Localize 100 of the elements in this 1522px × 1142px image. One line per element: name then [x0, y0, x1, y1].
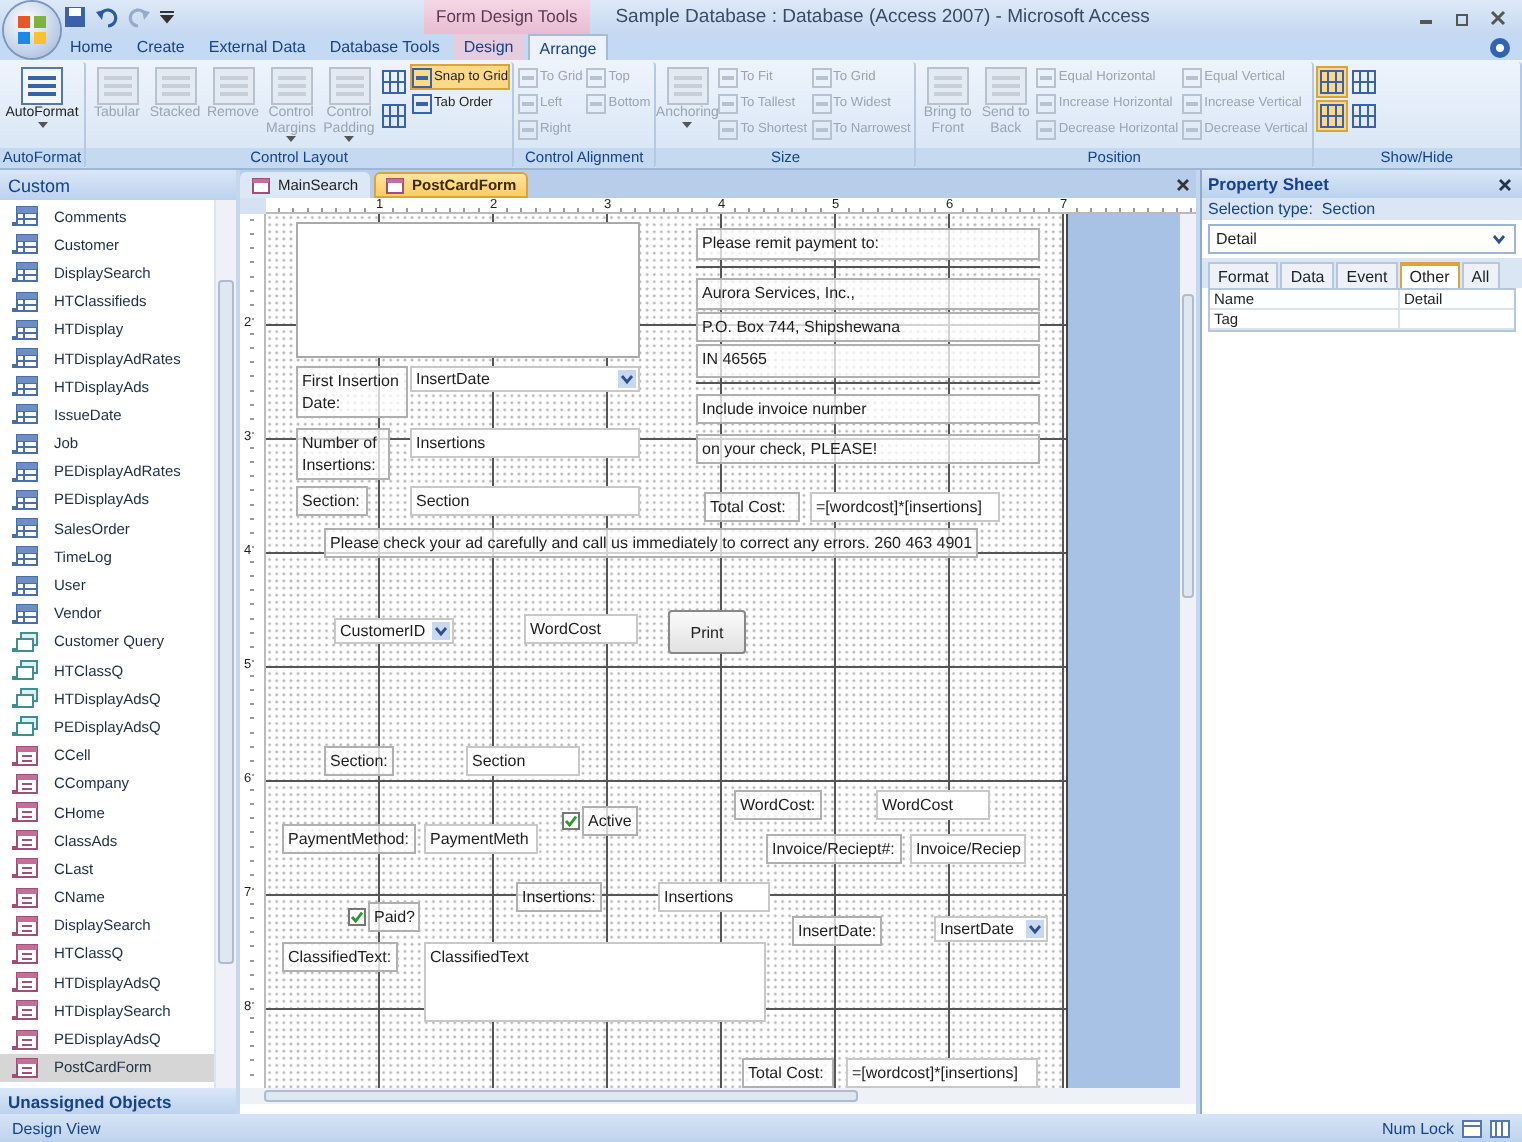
form-label[interactable]: WordCost: — [734, 790, 822, 820]
form-label[interactable]: Invoice/Reciept#: — [766, 834, 902, 864]
close-icon[interactable] — [1498, 177, 1512, 191]
form-label[interactable]: Total Cost: — [704, 492, 800, 522]
text-box[interactable]: PaymentMeth — [424, 824, 538, 854]
grid-button[interactable] — [1315, 100, 1348, 132]
grid-icon — [382, 104, 406, 128]
form-label[interactable]: InsertDate: — [792, 916, 883, 946]
checkbox[interactable] — [562, 812, 580, 830]
checkbox-label[interactable]: Active — [582, 806, 638, 836]
restore-icon[interactable] — [1454, 9, 1470, 25]
form-label[interactable]: Include invoice number — [696, 394, 1040, 424]
ribbon-tab[interactable]: External Data — [198, 34, 316, 60]
form-label[interactable]: Aurora Services, Inc., — [696, 278, 1040, 310]
form-button[interactable]: Print — [668, 610, 746, 654]
table-icon — [12, 461, 38, 482]
close-icon[interactable] — [1176, 177, 1190, 191]
dropdown-arrow-icon — [618, 370, 636, 388]
help-icon[interactable] — [1490, 37, 1510, 57]
text-box[interactable]: Invoice/Reciep — [910, 834, 1027, 864]
layout-icon — [1182, 119, 1203, 139]
text-box[interactable]: ClassifiedText — [424, 942, 766, 1022]
ribbon-tab[interactable]: Design — [453, 34, 524, 60]
caret-icon — [286, 136, 296, 142]
layout-icon — [20, 66, 64, 106]
form-label[interactable]: Please remit payment to: — [696, 228, 1040, 260]
grid-button[interactable] — [378, 100, 410, 132]
form-icon — [12, 943, 38, 964]
form-icon — [12, 1029, 38, 1050]
property-tab[interactable]: Data — [1280, 262, 1335, 288]
layout-icon — [95, 66, 139, 106]
form-label[interactable]: Section: — [296, 486, 368, 516]
object-dropdown[interactable]: Detail — [1208, 224, 1516, 254]
property-tab[interactable]: All — [1461, 262, 1500, 288]
view-icon[interactable] — [1490, 1119, 1510, 1137]
grid-button[interactable] — [1315, 66, 1348, 98]
combo-box[interactable]: InsertDate — [934, 916, 1048, 942]
text-box[interactable]: Section — [466, 746, 580, 776]
grid-button[interactable] — [1347, 100, 1380, 132]
form-icon — [12, 1057, 38, 1078]
form-label[interactable]: ClassifiedText: — [282, 942, 398, 972]
checkbox-label[interactable]: Paid? — [368, 902, 421, 932]
scrollbar[interactable] — [240, 1088, 1196, 1104]
form-label[interactable]: Insertions: — [516, 882, 602, 912]
caret-icon[interactable] — [160, 10, 174, 24]
scrollbar[interactable] — [214, 200, 236, 1088]
property-tab[interactable]: Event — [1336, 262, 1398, 288]
save-icon[interactable] — [64, 6, 86, 28]
form-label[interactable]: First Insertion Date: — [296, 366, 408, 418]
form-icon — [12, 1000, 38, 1021]
layout-icon — [983, 66, 1028, 106]
property-tab[interactable]: Format — [1208, 262, 1279, 288]
table-icon — [12, 234, 38, 255]
view-icon[interactable] — [1462, 1119, 1482, 1137]
property-tab[interactable]: Other — [1399, 262, 1460, 288]
form-label[interactable]: P.O. Box 744, Shipshewana — [696, 312, 1040, 342]
table-icon — [12, 518, 38, 539]
grid-button[interactable] — [378, 66, 410, 98]
nav-pane-header[interactable]: Custom — [0, 170, 236, 200]
ribbon-tab[interactable]: Home — [60, 34, 123, 60]
caret-icon — [37, 121, 47, 127]
form-label[interactable]: on your check, PLEASE! — [696, 434, 1040, 464]
text-box[interactable]: Insertions — [410, 428, 640, 458]
text-box[interactable]: WordCost — [876, 790, 990, 820]
combo-box[interactable]: CustomerID — [334, 618, 454, 644]
combo-box[interactable]: InsertDate — [410, 366, 640, 392]
layout-icon — [586, 67, 607, 87]
form-icon — [12, 972, 38, 993]
nav-pane-footer[interactable]: Unassigned Objects — [0, 1088, 236, 1114]
text-box[interactable]: =[wordcost]*[insertions] — [846, 1058, 1038, 1088]
ribbon-tab[interactable]: Database Tools — [319, 34, 450, 60]
text-box[interactable]: WordCost — [524, 614, 638, 644]
form-label[interactable]: Section: — [324, 746, 394, 776]
text-box[interactable]: Section — [410, 486, 640, 516]
table-icon — [12, 291, 38, 312]
grid-icon — [1319, 70, 1344, 94]
office-button[interactable] — [4, 2, 60, 58]
scrollbar[interactable] — [1180, 214, 1196, 1088]
grid-button[interactable] — [1347, 66, 1380, 98]
form-label[interactable]: Please check your ad carefully and call us immediately to correct any errors. 260 463 4901 — [324, 528, 979, 558]
text-box[interactable]: Insertions — [658, 882, 770, 912]
text-box[interactable]: =[wordcost]*[insertions] — [810, 492, 1000, 522]
table-icon — [12, 319, 38, 340]
layout-icon — [811, 119, 832, 139]
close-icon[interactable] — [1490, 9, 1506, 25]
table-icon — [12, 206, 38, 227]
undo-icon[interactable] — [96, 6, 118, 28]
checkbox[interactable] — [348, 908, 366, 926]
selection-type: Selection type: Section — [1202, 198, 1522, 220]
form-label[interactable]: IN 46565 — [696, 344, 1040, 378]
table-icon — [12, 489, 38, 510]
form-label[interactable]: PaymentMethod: — [282, 824, 416, 854]
ribbon-tab[interactable]: Create — [126, 34, 195, 60]
form-label[interactable]: Number of Insertions: — [296, 428, 390, 480]
ribbon-tab[interactable]: Arrange — [527, 34, 609, 60]
layout-icon — [1182, 67, 1203, 87]
query-icon — [12, 688, 38, 709]
layout-icon — [269, 66, 313, 106]
form-label[interactable]: Total Cost: — [742, 1058, 834, 1088]
panel-title: Property Sheet — [1208, 174, 1329, 194]
